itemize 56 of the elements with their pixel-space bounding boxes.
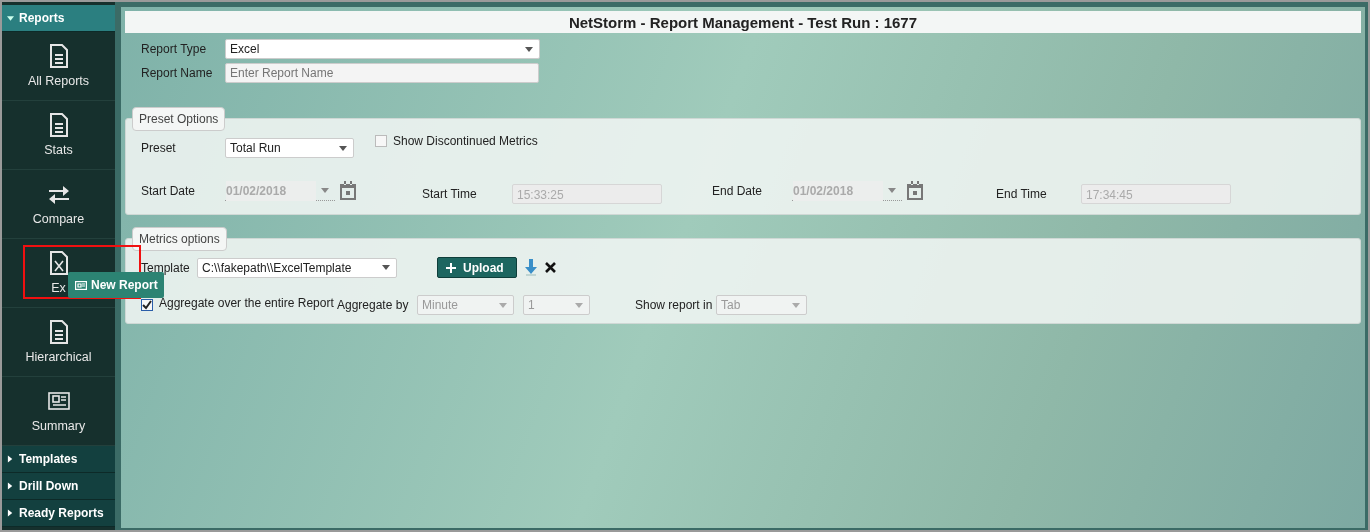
upload-button[interactable]: Upload: [437, 257, 517, 278]
sidebar-section-header[interactable]: Ready Reports: [2, 500, 115, 527]
sidebar-item-label[interactable]: Stats: [44, 143, 73, 157]
checkbox[interactable]: [141, 299, 153, 311]
field-label: Aggregate by: [337, 298, 410, 312]
field-label: Report Type: [141, 42, 208, 56]
window-title: NetStorm - Report Management - Test Run : 1677: [125, 11, 1361, 33]
newspaper-icon: [75, 280, 87, 290]
caret-icon: [382, 265, 390, 270]
caret-icon: [7, 455, 14, 463]
report-type-select[interactable]: Excel: [225, 39, 540, 59]
field-label: Start Date: [141, 184, 197, 198]
caret-icon: [499, 302, 507, 308]
new-report-tooltip[interactable]: New Report: [68, 272, 164, 298]
caret-icon: [575, 302, 583, 308]
calendar-icon[interactable]: [339, 181, 357, 201]
panel-legend: Preset Options: [132, 107, 226, 131]
template-select[interactable]: C:\\fakepath\\ExcelTemplate: [197, 257, 397, 278]
caret-icon: [888, 188, 896, 193]
caret-icon: [339, 145, 347, 151]
field-label: Show report in: [635, 298, 714, 312]
sidebar-item-label[interactable]: Summary: [31, 419, 86, 433]
field-label: End Time: [996, 186, 1048, 201]
sidebar-section-header[interactable]: Drill Down: [2, 473, 115, 500]
newspaper-icon: [47, 389, 70, 413]
caret-icon: [792, 302, 800, 308]
sidebar-section-header[interactable]: Reports: [2, 5, 115, 32]
document-icon: [47, 44, 70, 68]
document-icon: [47, 113, 70, 137]
caret-icon: [321, 188, 329, 193]
panel-legend: Metrics options: [132, 227, 227, 251]
document-icon: [47, 320, 70, 344]
download-arrow-icon[interactable]: [524, 259, 537, 276]
field-label: Template: [141, 260, 191, 275]
sidebar-item-label[interactable]: Hierarchical: [25, 350, 92, 364]
calendar-icon[interactable]: [906, 181, 924, 201]
field-label: Report Name: [141, 66, 214, 80]
checkbox-label: Aggregate over the entire Report: [159, 296, 335, 310]
checkbox[interactable]: [375, 135, 387, 147]
checkbox-label: Show Discontinued Metrics: [393, 134, 538, 148]
field-label: End Date: [712, 184, 764, 198]
plus-icon: [446, 262, 456, 273]
caret-icon: [7, 509, 14, 517]
sidebar-item-label[interactable]: Compare: [32, 212, 85, 226]
sidebar-item-label[interactable]: Ex: [51, 281, 66, 295]
caret-icon: [525, 46, 533, 52]
field-label: Start Time: [422, 186, 478, 201]
caret-icon: [7, 482, 14, 490]
field-label: Preset: [141, 141, 177, 155]
caret-icon: [7, 14, 14, 22]
report-name-field[interactable]: Enter Report Name: [225, 63, 539, 83]
close-icon[interactable]: [544, 262, 556, 273]
spreadsheet-icon: [47, 251, 70, 275]
sidebar-section-header[interactable]: Templates: [2, 446, 115, 473]
sidebar-item-label[interactable]: All Reports: [27, 74, 90, 88]
preset-select[interactable]: Total Run: [225, 138, 354, 158]
